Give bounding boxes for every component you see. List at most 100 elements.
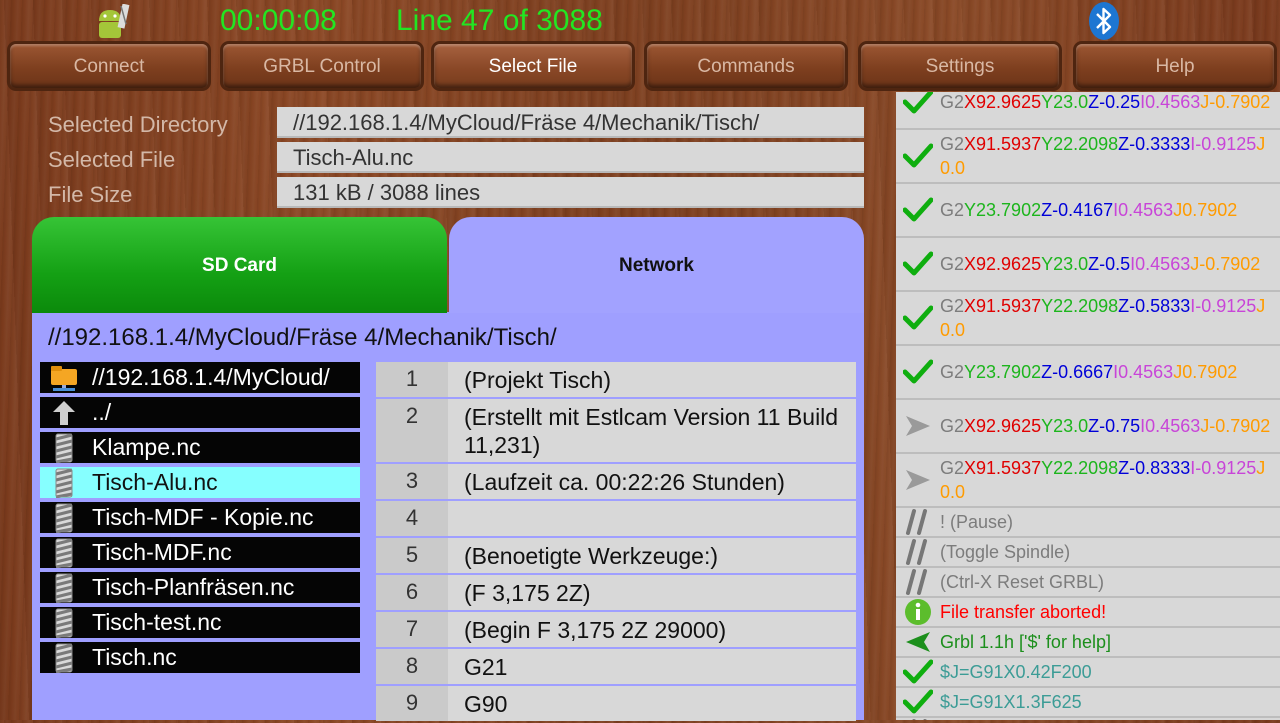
comment-slashes-icon xyxy=(896,569,940,595)
file-name: Tisch-Planfräsen.nc xyxy=(92,574,295,600)
command-console[interactable]: G2X92.9625Y23.0Z-0.25I0.4563J-0.7902 G2X9… xyxy=(896,92,1280,720)
console-token: $J=G91X1.3F625 xyxy=(940,692,1082,712)
console-entry: Grbl 1.1h ['$' for help] xyxy=(896,628,1280,658)
bluetooth-icon[interactable] xyxy=(1088,1,1120,41)
tab-commands[interactable]: Commands xyxy=(647,44,845,88)
file-list-item[interactable]: Tisch-test.nc xyxy=(40,607,360,640)
file-name: Tisch-MDF.nc xyxy=(92,539,232,565)
console-token: (Toggle Spindle) xyxy=(940,542,1071,562)
file-name: Klampe.nc xyxy=(92,434,201,460)
file-list-item[interactable]: ../ xyxy=(40,397,360,430)
line-number: 8 xyxy=(376,649,448,684)
file-list-item[interactable]: Tisch-MDF.nc xyxy=(40,537,360,570)
console-token: I0.4563 xyxy=(1113,200,1174,220)
check-icon xyxy=(896,251,940,277)
file-list-item[interactable]: Tisch-Alu.nc xyxy=(40,467,360,500)
console-token: I-0.9125 xyxy=(1190,296,1257,316)
line-text: (Begin F 3,175 2Z 29000) xyxy=(464,617,727,643)
console-token: Y22.2098 xyxy=(1041,134,1119,154)
elapsed-timer: 00:00:08 xyxy=(220,4,337,37)
endmill-icon xyxy=(48,468,80,498)
current-path: //192.168.1.4/MyCloud/Fräse 4/Mechanik/T… xyxy=(48,324,557,351)
comment-slashes-icon xyxy=(896,539,940,565)
line-text xyxy=(448,501,856,536)
file-list-item[interactable]: //192.168.1.4/MyCloud/ xyxy=(40,362,360,395)
endmill-icon xyxy=(48,538,80,568)
console-token: J0.7902 xyxy=(1173,362,1238,382)
console-token: I-0.9125 xyxy=(1190,134,1257,154)
console-token: I0.4563 xyxy=(1130,254,1191,274)
line-number: 7 xyxy=(376,612,448,647)
tab-help[interactable]: Help xyxy=(1076,44,1274,88)
selected-file-label: Selected File xyxy=(48,147,176,172)
file-list-item[interactable]: Tisch.nc xyxy=(40,642,360,675)
console-token: I-0.9125 xyxy=(1190,458,1257,478)
tab-sd-card[interactable]: SD Card xyxy=(32,217,447,313)
console-token: X91.5937 xyxy=(964,458,1042,478)
console-entry: G2X92.9625Y23.0Z-0.25I0.4563J-0.7902 xyxy=(896,92,1280,130)
console-token: J-0.7902 xyxy=(1200,416,1271,436)
console-text: G2X91.5937Y22.2098Z-0.3333I-0.9125J0.0 xyxy=(940,132,1276,180)
console-token: G2 xyxy=(940,362,965,382)
console-token: G2 xyxy=(940,254,965,274)
network-folder-icon xyxy=(48,363,80,393)
endmill-icon xyxy=(48,433,80,463)
line-number: 6 xyxy=(376,575,448,610)
console-text: Grbl 1.1h ['$' for help] xyxy=(940,630,1276,654)
console-token: Y22.2098 xyxy=(1041,458,1119,478)
console-entry: G2Y23.7902Z-0.6667I0.4563J0.7902 xyxy=(896,346,1280,400)
console-token: I0.4563 xyxy=(1140,416,1201,436)
tab-settings[interactable]: Settings xyxy=(861,44,1059,88)
console-text: (Ctrl-X Reset GRBL) xyxy=(940,570,1276,594)
line-text: (F 3,175 2Z) xyxy=(464,580,591,606)
console-token: G2 xyxy=(940,134,965,154)
gcode-line: 3 (Laufzeit ca. 00:22:26 Stunden) xyxy=(376,464,856,499)
tab-network[interactable]: Network xyxy=(449,217,864,313)
check-icon xyxy=(896,359,940,385)
console-entry: $J=G91X1.3F625 xyxy=(896,688,1280,718)
console-text: File transfer aborted! xyxy=(940,600,1276,624)
console-token: X91.5937 xyxy=(964,296,1042,316)
check-icon xyxy=(896,197,940,223)
console-token: G2 xyxy=(940,416,965,436)
console-token: Y23.0 xyxy=(1041,254,1089,274)
console-token: G2 xyxy=(940,458,965,478)
gcode-line: 4 xyxy=(376,501,856,536)
file-list: //192.168.1.4/MyCloud/ ../ Klampe.nc Tisch-… xyxy=(40,362,360,677)
console-token: X92.9625 xyxy=(964,416,1042,436)
tab-connect[interactable]: Connect xyxy=(10,44,208,88)
gcode-line: 8 G21 xyxy=(376,649,856,684)
console-token: J-0.7902 xyxy=(1200,92,1271,112)
console-entry: G2X92.9625Y23.0Z-0.75I0.4563J-0.7902 xyxy=(896,400,1280,454)
gcode-line: 7 (Begin F 3,175 2Z 29000) xyxy=(376,612,856,647)
file-name: Tisch-Alu.nc xyxy=(92,469,218,495)
send-arrow-icon xyxy=(896,414,940,438)
file-list-item[interactable]: Tisch-Planfräsen.nc xyxy=(40,572,360,605)
file-name: //192.168.1.4/MyCloud/ xyxy=(92,364,330,390)
file-list-item[interactable]: Klampe.nc xyxy=(40,432,360,465)
line-number: 1 xyxy=(376,362,448,397)
selected-file-value: Tisch-Alu.nc xyxy=(277,142,864,173)
tab-select-file[interactable]: Select File xyxy=(434,44,632,88)
up-arrow-icon xyxy=(48,398,80,428)
line-number: 5 xyxy=(376,538,448,573)
console-entry: G2X91.5937Y22.2098Z-0.5833I-0.9125J0.0 xyxy=(896,292,1280,346)
selected-directory-value: //192.168.1.4/MyCloud/Fräse 4/Mechanik/T… xyxy=(277,107,864,138)
check-icon xyxy=(896,659,940,685)
console-text: ! (Pause) xyxy=(940,510,1276,534)
android-icon xyxy=(99,4,130,38)
console-token: G2 xyxy=(940,296,965,316)
file-list-item[interactable]: Tisch-MDF - Kopie.nc xyxy=(40,502,360,535)
file-name: ../ xyxy=(92,399,112,425)
console-entry: ! (Pause) xyxy=(896,508,1280,538)
console-entry: G2Y23.7902Z-0.4167I0.4563J0.7902 xyxy=(896,184,1280,238)
console-token: Z-0.8333 xyxy=(1118,458,1191,478)
console-token: Z-0.3333 xyxy=(1118,134,1191,154)
console-token: Grbl 1.1h ['$' for help] xyxy=(940,632,1111,652)
check-icon xyxy=(896,92,940,115)
console-token: (Ctrl-X Reset GRBL) xyxy=(940,572,1105,592)
console-token: Y23.7902 xyxy=(964,200,1042,220)
endmill-icon xyxy=(48,573,80,603)
tab-grbl-control[interactable]: GRBL Control xyxy=(223,44,421,88)
console-token: Z-0.5833 xyxy=(1118,296,1191,316)
